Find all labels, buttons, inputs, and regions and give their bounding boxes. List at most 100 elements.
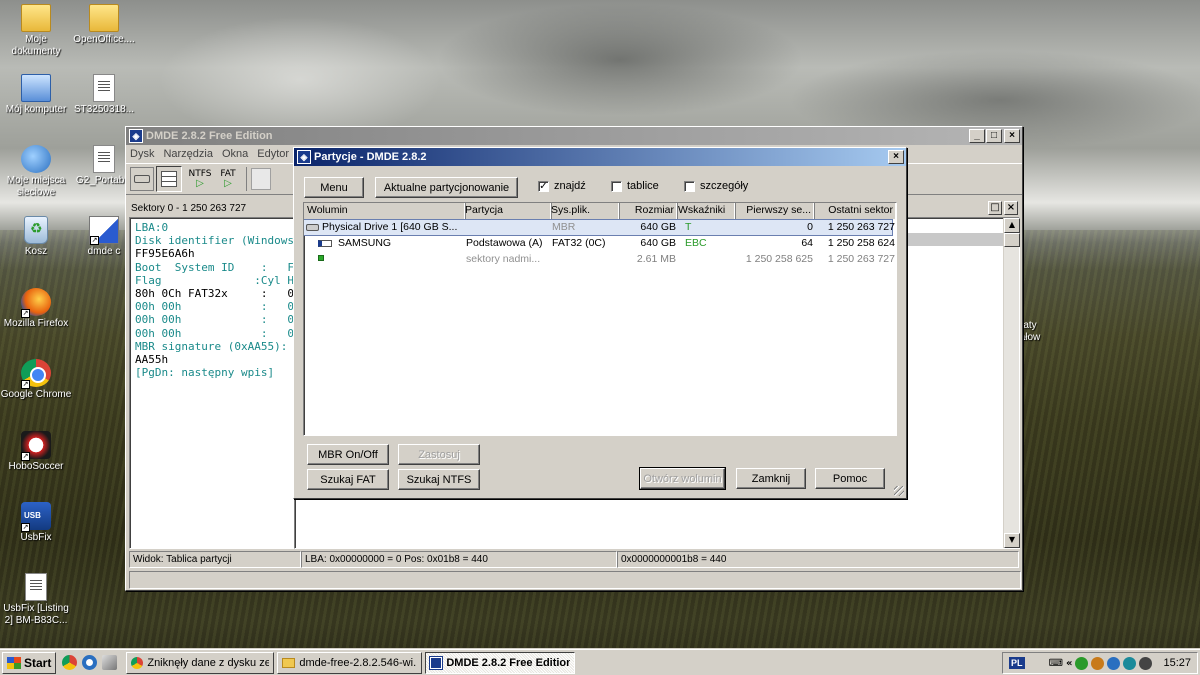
pane-close-button[interactable]: × bbox=[1004, 201, 1018, 215]
scroll-thumb[interactable] bbox=[1004, 233, 1020, 247]
cell-flags: T bbox=[685, 221, 692, 233]
update-tray-icon[interactable] bbox=[1091, 656, 1105, 670]
resize-grip-icon[interactable] bbox=[894, 486, 904, 496]
dialog-title-bar[interactable]: ◈ Partycje - DMDE 2.8.2 × bbox=[294, 148, 906, 166]
skype-tray-icon[interactable] bbox=[1123, 656, 1137, 670]
partition-row[interactable]: sektory nadmi... 2.61 MB 1 250 258 625 1 25… bbox=[304, 252, 895, 267]
recycle-bin-icon bbox=[24, 216, 48, 244]
firefox-icon: ↗ bbox=[21, 288, 51, 318]
clock[interactable]: 15:27 bbox=[1163, 657, 1191, 669]
cell-first: 0 bbox=[807, 221, 813, 233]
antivirus-tray-icon[interactable] bbox=[1075, 656, 1089, 670]
status-offset: 0x0000000001b8 = 440 bbox=[617, 551, 1019, 568]
status-lba: LBA: 0x00000000 = 0 Pos: 0x01b8 = 440 bbox=[301, 551, 617, 568]
column-header[interactable]: Wolumin bbox=[304, 203, 466, 219]
search-ntfs-button[interactable]: Szukaj NTFS bbox=[398, 469, 480, 490]
cell-first: 64 bbox=[801, 237, 813, 249]
ie-quicklaunch-icon[interactable] bbox=[82, 655, 98, 670]
open-volume-button[interactable]: Otwórz wolumin bbox=[639, 467, 726, 490]
column-header[interactable]: Partycja bbox=[462, 203, 552, 219]
system-tray: PL ⌨ « 15:27 bbox=[1002, 652, 1198, 674]
main-window-title: DMDE 2.8.2 Free Edition bbox=[146, 130, 273, 142]
hex-line: Flag :Cyl H bbox=[135, 273, 294, 287]
chrome-quicklaunch-icon[interactable] bbox=[62, 655, 78, 670]
partition-row[interactable]: Physical Drive 1 [640 GB S... MBR 640 GB T 0… bbox=[304, 219, 895, 236]
sector-range-header: Sektory 0 - 1 250 263 727 bbox=[131, 203, 247, 214]
cell-partition: Podstawowa (A) bbox=[466, 237, 543, 249]
hex-view[interactable]: LBA:0 Disk identifier (Windows FF95E6A6h Bo… bbox=[129, 217, 294, 549]
quick-launch bbox=[62, 655, 118, 670]
drive-button[interactable] bbox=[130, 167, 154, 191]
speaker-tray-icon[interactable] bbox=[1139, 656, 1153, 670]
cell-last: 1 250 258 624 bbox=[827, 237, 895, 249]
desktop-icon-my-computer[interactable]: Mój komputer bbox=[0, 74, 72, 116]
network-tray-icon[interactable] bbox=[1107, 656, 1121, 670]
partition-list[interactable]: Wolumin Partycja Sys.plik. Rozmiar Wskaźniki… bbox=[303, 202, 897, 436]
free-space-icon bbox=[318, 255, 324, 261]
tables-checkbox[interactable]: tablice bbox=[611, 180, 659, 192]
help-button[interactable]: Pomoc bbox=[815, 468, 885, 489]
chevron-left-icon[interactable]: « bbox=[1066, 658, 1072, 669]
vertical-scrollbar[interactable]: ▲ ▼ bbox=[1003, 218, 1020, 548]
details-checkbox[interactable]: szczegóły bbox=[684, 180, 748, 192]
column-header[interactable]: Rozmiar bbox=[616, 203, 678, 219]
checkbox-unchecked-icon bbox=[611, 180, 622, 192]
search-fat-button[interactable]: Szukaj FAT bbox=[307, 469, 389, 490]
scroll-down-button[interactable]: ▼ bbox=[1004, 533, 1020, 548]
hex-line: AA55h bbox=[135, 353, 169, 367]
partition-row[interactable]: SAMSUNG Podstawowa (A) FAT32 (0C) 640 GB EBC… bbox=[304, 236, 895, 251]
minimize-button[interactable]: _ bbox=[969, 129, 985, 143]
menu-narzedzia[interactable]: Narzędzia bbox=[163, 148, 213, 160]
main-title-bar[interactable]: ◈ DMDE 2.8.2 Free Edition _ □ × bbox=[126, 127, 1022, 145]
mbr-toggle-button[interactable]: MBR On/Off bbox=[307, 444, 389, 465]
desktop-icon-hobosoccer[interactable]: ↗ HoboSoccer bbox=[0, 431, 72, 473]
tables-checkbox-label: tablice bbox=[627, 180, 659, 192]
start-button[interactable]: Start bbox=[2, 651, 57, 674]
task-button[interactable]: dmde-free-2.8.2.546-wi... bbox=[277, 651, 423, 674]
column-header[interactable]: Pierwszy se... bbox=[732, 203, 815, 219]
column-header[interactable]: Wskaźniki bbox=[675, 203, 736, 219]
desktop-icon-usbfix-listing[interactable]: UsbFix [Listing 2] BM-B83C... bbox=[0, 573, 72, 627]
disk-icon bbox=[134, 175, 150, 183]
fat-button[interactable]: FAT ▷ bbox=[214, 169, 242, 189]
sector-pane: Sektory 0 - 1 250 263 727 LBA:0 Disk iden… bbox=[129, 201, 294, 549]
cell-volume: SAMSUNG bbox=[338, 237, 392, 249]
maximize-button[interactable]: □ bbox=[986, 129, 1002, 143]
column-header[interactable]: Ostatni sektor bbox=[811, 203, 896, 219]
pane-restore-button[interactable]: □ bbox=[988, 201, 1002, 215]
menu-button[interactable]: Menu bbox=[304, 177, 364, 198]
desktop-icon-network-places[interactable]: Moje miejsca sieciowe bbox=[0, 145, 72, 199]
desktop-icon-label: Mozilla Firefox bbox=[3, 318, 69, 329]
partitions-button[interactable] bbox=[156, 166, 182, 192]
menu-edytor[interactable]: Edytor bbox=[257, 148, 289, 160]
menu-okna[interactable]: Okna bbox=[222, 148, 248, 160]
scroll-up-button[interactable]: ▲ bbox=[1004, 218, 1020, 233]
dmde-app-icon: ◈ bbox=[129, 129, 143, 143]
find-checkbox-label: znajdź bbox=[554, 180, 586, 192]
status-view: Widok: Tablica partycji bbox=[129, 551, 301, 568]
find-checkbox[interactable]: ✓ znajdź bbox=[538, 180, 586, 192]
tools-quicklaunch-icon[interactable] bbox=[102, 655, 118, 670]
menu-dysk[interactable]: Dysk bbox=[130, 148, 154, 160]
ntfs-button[interactable]: NTFS ▷ bbox=[186, 169, 214, 189]
close-dialog-button[interactable]: Zamknij bbox=[736, 468, 806, 489]
copy-icon[interactable] bbox=[251, 168, 271, 190]
column-header[interactable]: Sys.plik. bbox=[548, 203, 620, 219]
apply-button[interactable]: Zastosuj bbox=[398, 444, 480, 465]
desktop-icon-st3250318[interactable]: ST3250318... bbox=[68, 74, 140, 116]
desktop-icon-my-documents[interactable]: Moje dokumenty bbox=[0, 4, 72, 58]
desktop-icon-openoffice[interactable]: OpenOffice.... bbox=[68, 4, 140, 46]
dialog-close-button[interactable]: × bbox=[888, 150, 904, 164]
keyboard-icon[interactable]: ⌨ bbox=[1049, 658, 1063, 669]
language-indicator[interactable]: PL bbox=[1009, 657, 1025, 669]
my-documents-icon bbox=[21, 4, 51, 32]
desktop-icon-usbfix[interactable]: ↗ UsbFix bbox=[0, 502, 72, 544]
desktop-icon-firefox[interactable]: ↗ Mozilla Firefox bbox=[0, 288, 72, 330]
task-button[interactable]: DMDE 2.8.2 Free Edition bbox=[425, 651, 576, 674]
desktop-icon-chrome[interactable]: ↗ Google Chrome bbox=[0, 359, 72, 401]
dmde-app-icon: ◈ bbox=[297, 150, 311, 164]
task-button[interactable]: Zniknęły dane z dysku ze... bbox=[126, 651, 275, 674]
close-button[interactable]: × bbox=[1004, 129, 1020, 143]
desktop-icon-recycle-bin[interactable]: Kosz bbox=[0, 216, 72, 258]
current-partitioning-button[interactable]: Aktualne partycjonowanie bbox=[375, 177, 518, 198]
